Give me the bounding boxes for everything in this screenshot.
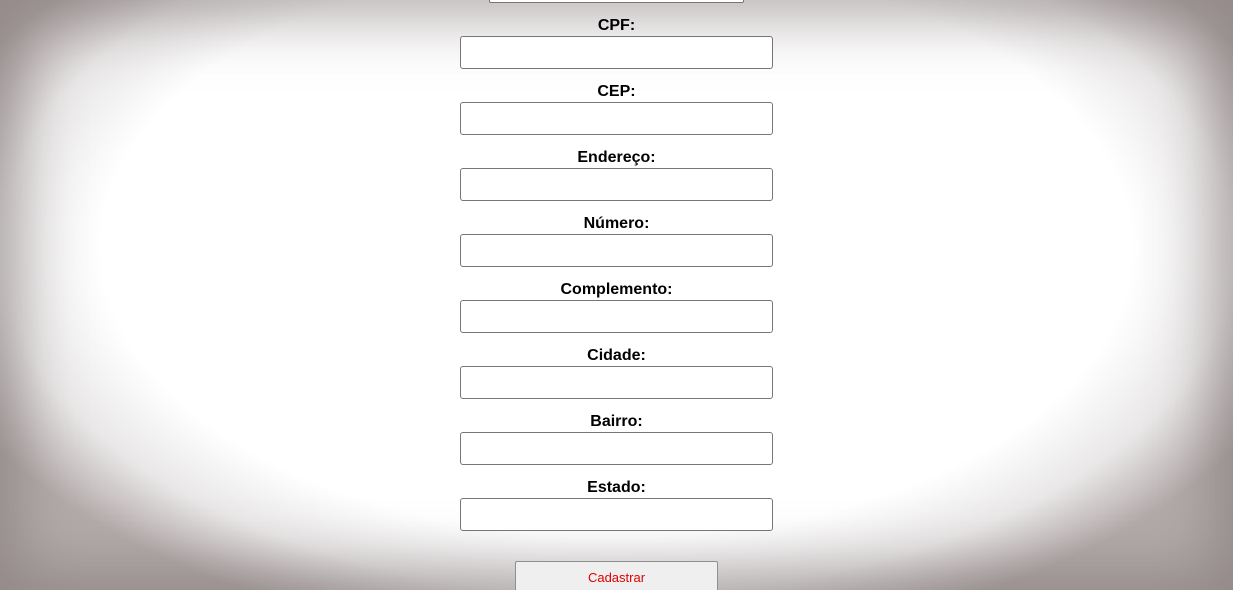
estado-field-group: Estado:	[460, 478, 773, 544]
endereco-field-group: Endereço:	[460, 148, 773, 214]
bairro-label: Bairro:	[590, 413, 643, 430]
partial-input-above[interactable]	[489, 0, 744, 3]
endereco-input[interactable]	[460, 168, 773, 201]
cadastrar-button[interactable]: Cadastrar	[515, 561, 718, 590]
cpf-input[interactable]	[460, 36, 773, 69]
cpf-field-group: CPF:	[460, 16, 773, 82]
cep-input[interactable]	[460, 102, 773, 135]
cep-field-group: CEP:	[460, 82, 773, 148]
endereco-label: Endereço:	[577, 149, 656, 166]
complemento-label: Complemento:	[560, 281, 673, 298]
estado-input[interactable]	[460, 498, 773, 531]
bairro-field-group: Bairro:	[460, 412, 773, 478]
cidade-field-group: Cidade:	[460, 346, 773, 412]
cidade-label: Cidade:	[587, 347, 646, 364]
complemento-input[interactable]	[460, 300, 773, 333]
registration-form: CPF: CEP: Endereço: Número: Complemento:…	[460, 16, 773, 544]
cep-label: CEP:	[597, 83, 636, 100]
numero-label: Número:	[583, 215, 650, 232]
estado-label: Estado:	[587, 479, 646, 496]
cpf-label: CPF:	[597, 17, 636, 34]
complemento-field-group: Complemento:	[460, 280, 773, 346]
cidade-input[interactable]	[460, 366, 773, 399]
bairro-input[interactable]	[460, 432, 773, 465]
numero-input[interactable]	[460, 234, 773, 267]
numero-field-group: Número:	[460, 214, 773, 280]
